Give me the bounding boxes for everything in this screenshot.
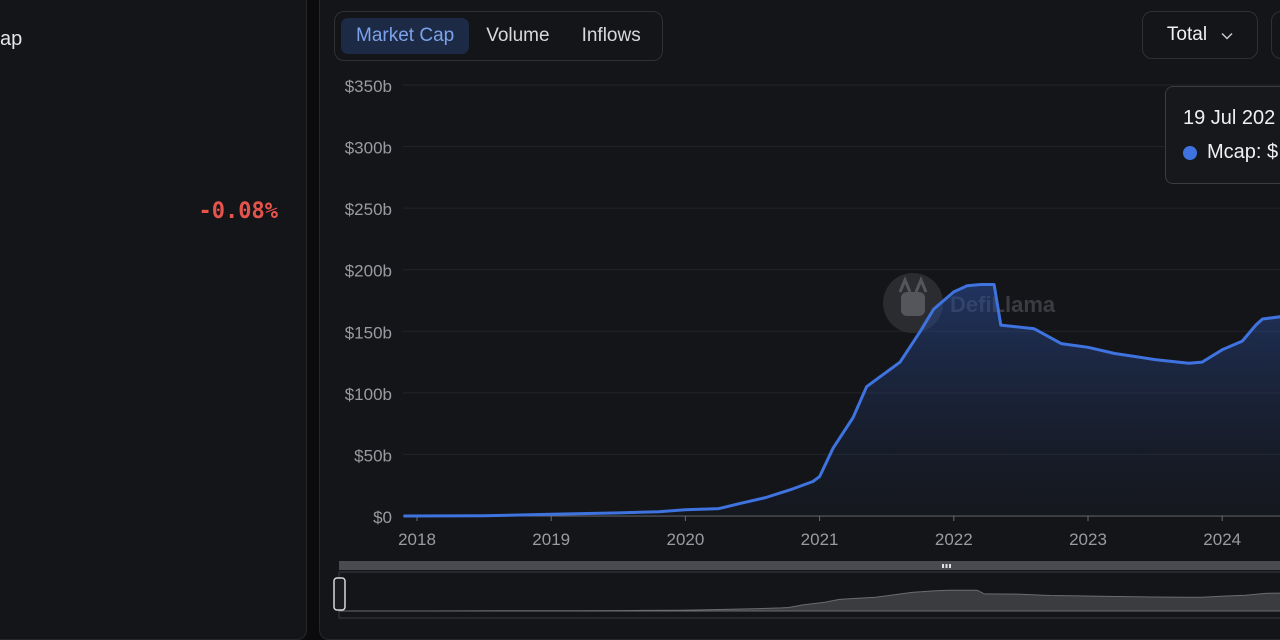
range-brush[interactable] <box>333 561 1280 619</box>
y-tick-label: $250b <box>345 200 392 219</box>
x-tick-label: 2020 <box>666 530 704 549</box>
tooltip-series: Mcap: $ <box>1207 141 1279 163</box>
series-dot-icon <box>1183 145 1197 160</box>
tooltip-row: Mcap: $ <box>1183 141 1278 164</box>
x-tick-label: 2018 <box>398 530 436 549</box>
y-tick-label: $0 <box>373 508 392 527</box>
chart-tooltip: 19 Jul 202 Mcap: $ <box>1165 86 1280 184</box>
x-tick-label: 2019 <box>532 530 570 549</box>
y-tick-label: $200b <box>345 262 392 281</box>
y-tick-label: $300b <box>345 139 392 158</box>
tooltip-date: 19 Jul 202 <box>1183 107 1276 129</box>
x-tick-label: 2021 <box>801 530 839 549</box>
brush-left-handle[interactable] <box>333 577 346 611</box>
x-tick-label: 2023 <box>1069 530 1107 549</box>
y-tick-label: $100b <box>345 385 392 404</box>
x-tick-label: 2022 <box>935 530 973 549</box>
x-tick-label: 2024 <box>1203 530 1241 549</box>
y-tick-label: $50b <box>354 446 392 465</box>
brush-mini-series <box>339 589 1280 612</box>
market-cap-chart: $0 $50b $100b $150b $200b $250b $300b $350b 201… <box>333 77 1280 619</box>
y-tick-label: $150b <box>345 323 392 342</box>
y-tick-label: $350b <box>345 77 392 96</box>
series-area <box>403 284 1280 516</box>
brush-bar[interactable] <box>339 561 1280 570</box>
